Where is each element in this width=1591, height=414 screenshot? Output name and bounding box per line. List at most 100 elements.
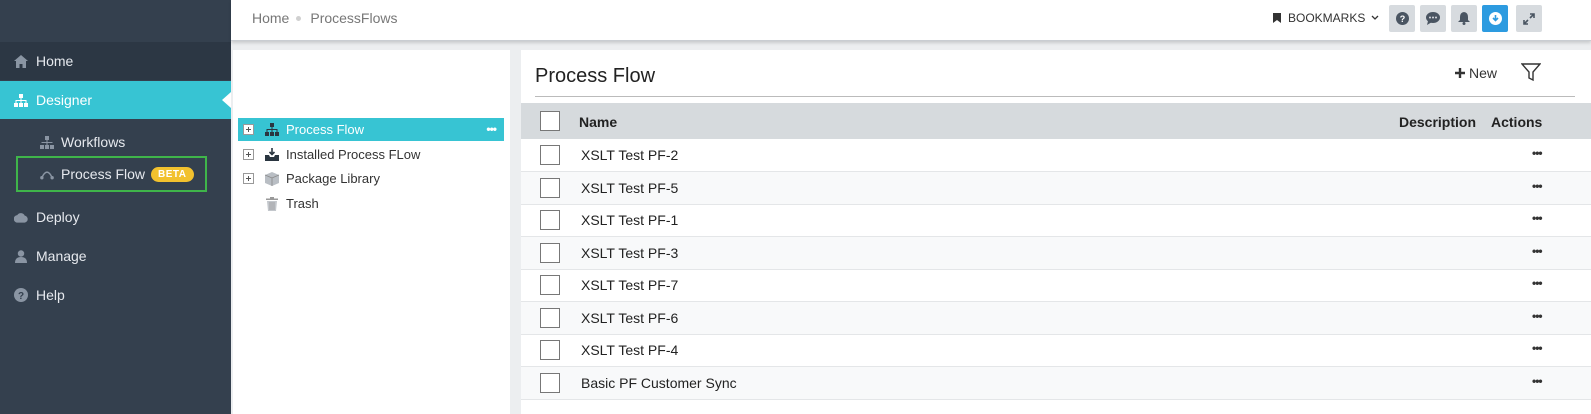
row-actions-icon[interactable]: •••: [1532, 309, 1543, 323]
svg-text:?: ?: [1399, 14, 1405, 24]
sidebar-item-label: Manage: [36, 248, 87, 264]
tree-item-label: Installed Process FLow: [286, 147, 421, 162]
sidebar-item-label: Help: [36, 287, 65, 303]
row-name[interactable]: Basic PF Customer Sync: [581, 375, 737, 391]
tree-item-label: Process Flow: [286, 122, 365, 137]
row-checkbox[interactable]: [540, 373, 560, 393]
breadcrumb: Home ProcessFlows: [252, 10, 398, 26]
tree-item-package-library[interactable]: Package Library: [238, 167, 504, 190]
column-header-name[interactable]: Name: [579, 114, 617, 130]
row-actions-icon[interactable]: •••: [1532, 341, 1543, 355]
help-button[interactable]: ?: [1389, 5, 1415, 32]
svg-text:?: ?: [18, 291, 24, 302]
row-name[interactable]: XSLT Test PF-6: [581, 310, 678, 326]
expand-toggle[interactable]: [243, 124, 254, 135]
row-checkbox[interactable]: [540, 308, 560, 328]
row-actions-icon[interactable]: •••: [1532, 276, 1543, 290]
content-panel: Process Flow New Name Description Action…: [521, 50, 1591, 414]
table-row[interactable]: XSLT Test PF-1 •••: [521, 204, 1591, 237]
chat-icon: [1426, 12, 1440, 25]
sidebar-subitem-label: Workflows: [61, 134, 126, 150]
row-checkbox[interactable]: [540, 145, 560, 165]
selection-highlight-box: [16, 156, 207, 192]
row-checkbox[interactable]: [540, 340, 560, 360]
download-icon: [1488, 12, 1502, 25]
app-root: Home Designer Workflows Process Flow BET…: [0, 0, 1591, 414]
table-row[interactable]: XSLT Test PF-2 •••: [521, 139, 1591, 172]
sidebar-item-help[interactable]: ? Help: [0, 276, 231, 314]
expand-icon: [1523, 12, 1535, 25]
row-name[interactable]: XSLT Test PF-2: [581, 147, 678, 163]
plus-icon: [1455, 68, 1465, 78]
home-icon: [14, 54, 28, 68]
inbox-download-icon: [265, 148, 279, 162]
expand-toggle[interactable]: [243, 173, 254, 184]
row-name[interactable]: XSLT Test PF-5: [581, 180, 678, 196]
user-icon: [14, 249, 28, 263]
sidebar-item-label: Designer: [36, 92, 93, 108]
table-row[interactable]: Basic PF Customer Sync •••: [521, 367, 1591, 400]
sidebar-item-manage[interactable]: Manage: [0, 237, 231, 275]
filter-icon[interactable]: [1520, 62, 1543, 84]
table-row[interactable]: XSLT Test PF-7 •••: [521, 269, 1591, 302]
bookmarks-dropdown[interactable]: BOOKMARKS: [1273, 11, 1379, 25]
row-name[interactable]: XSLT Test PF-7: [581, 277, 678, 293]
bookmark-icon: [1273, 13, 1281, 23]
new-button[interactable]: New: [1455, 65, 1497, 81]
expand-toggle[interactable]: [243, 149, 254, 160]
sidebar-item-label: Deploy: [36, 209, 80, 225]
breadcrumb-home[interactable]: Home: [252, 10, 289, 26]
sidebar-item-label: Home: [36, 53, 74, 69]
table-row[interactable]: XSLT Test PF-5 •••: [521, 172, 1591, 205]
select-all-checkbox[interactable]: [540, 111, 560, 131]
table-row[interactable]: XSLT Test PF-3 •••: [521, 237, 1591, 270]
row-checkbox[interactable]: [540, 210, 560, 230]
tree-item-installed-process-flow[interactable]: Installed Process FLow: [238, 143, 504, 166]
sitemap-icon: [40, 135, 54, 149]
row-actions-icon[interactable]: •••: [1532, 244, 1543, 258]
tree-panel: [233, 50, 510, 414]
row-name[interactable]: XSLT Test PF-1: [581, 212, 678, 228]
sidebar-subitem-workflows[interactable]: Workflows: [0, 127, 231, 157]
breadcrumb-separator: [296, 15, 302, 21]
sidebar-item-designer[interactable]: Designer: [0, 81, 231, 119]
column-header-actions: Actions: [1491, 114, 1543, 130]
download-button[interactable]: [1482, 5, 1508, 32]
new-button-label: New: [1469, 65, 1498, 81]
bell-icon: [1458, 12, 1470, 25]
sidebar-item-home[interactable]: Home: [0, 42, 231, 80]
tree-item-trash[interactable]: Trash: [238, 192, 504, 215]
divider: [535, 96, 1575, 97]
column-header-description[interactable]: Description: [1399, 114, 1476, 130]
chevron-down-icon: [1371, 15, 1379, 21]
question-circle-icon: ?: [14, 288, 28, 302]
notifications-button[interactable]: [1451, 5, 1477, 32]
tree-item-label: Trash: [286, 196, 319, 211]
row-name[interactable]: XSLT Test PF-3: [581, 245, 678, 261]
row-actions-icon[interactable]: •••: [1532, 146, 1543, 160]
package-icon: [265, 171, 279, 186]
sitemap-icon: [265, 123, 279, 137]
row-name[interactable]: XSLT Test PF-4: [581, 342, 678, 358]
breadcrumb-processflows[interactable]: ProcessFlows: [310, 10, 397, 26]
expand-button[interactable]: [1516, 5, 1542, 32]
row-actions-icon[interactable]: •••: [1532, 374, 1543, 388]
row-checkbox[interactable]: [540, 275, 560, 295]
help-icon: ?: [1395, 12, 1409, 25]
row-actions-icon[interactable]: •••: [1532, 211, 1543, 225]
row-actions-icon[interactable]: •••: [1532, 179, 1543, 193]
table-header: Name Description Actions: [521, 103, 1591, 139]
chat-button[interactable]: [1420, 5, 1446, 32]
top-bar: Home ProcessFlows BOOKMARKS ?: [231, 0, 1591, 41]
row-checkbox[interactable]: [540, 178, 560, 198]
table-row[interactable]: XSLT Test PF-4 •••: [521, 334, 1591, 367]
more-options-icon[interactable]: •••: [486, 122, 497, 136]
table-row[interactable]: XSLT Test PF-6 •••: [521, 302, 1591, 335]
tree-item-label: Package Library: [286, 171, 380, 186]
trash-icon: [265, 196, 279, 211]
sidebar-item-deploy[interactable]: Deploy: [0, 198, 231, 236]
row-checkbox[interactable]: [540, 243, 560, 263]
bookmarks-label: BOOKMARKS: [1288, 11, 1366, 25]
tree-item-process-flow[interactable]: Process Flow •••: [238, 118, 504, 141]
sitemap-icon: [14, 93, 28, 107]
